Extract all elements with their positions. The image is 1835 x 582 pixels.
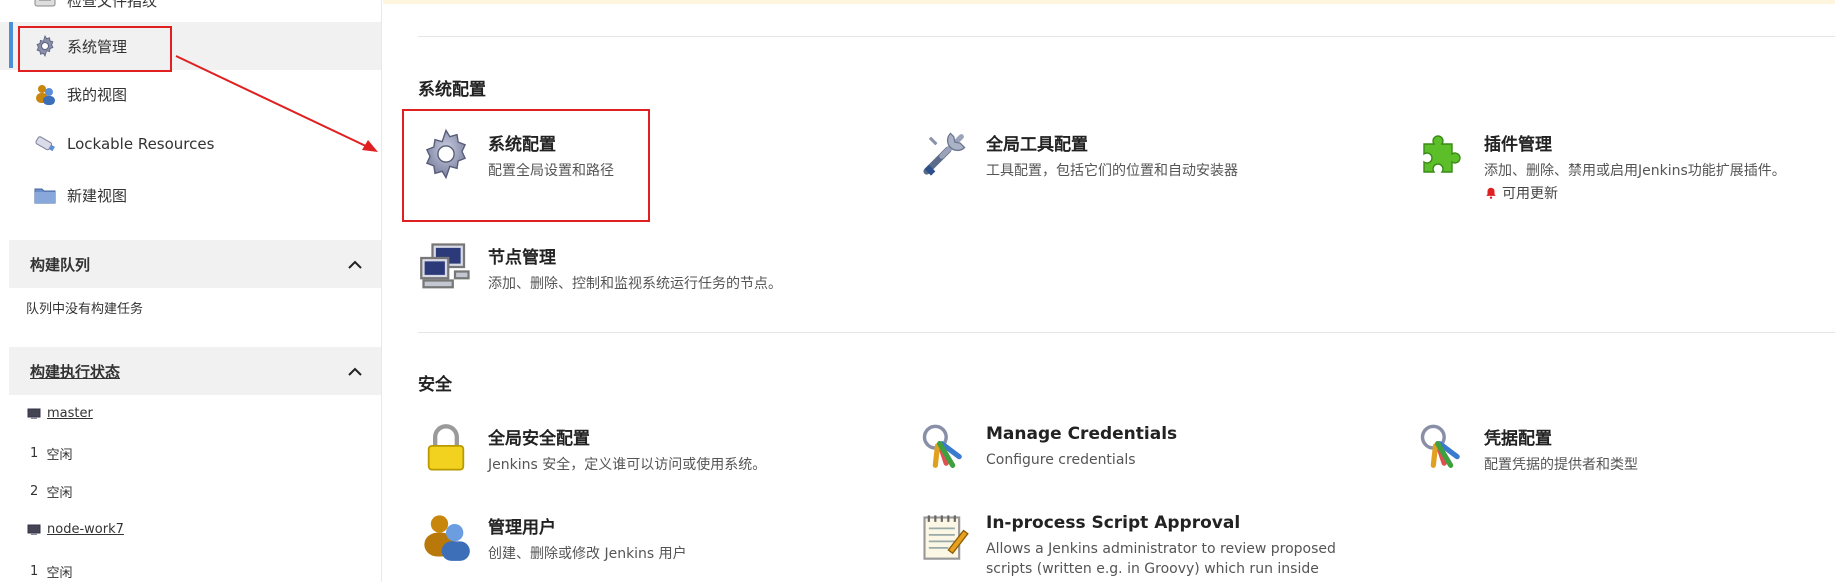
executor-slot: 2 空闲 (30, 484, 73, 501)
item-desc: 添加、删除、控制和监视系统运行任务的节点。 (488, 276, 782, 292)
sidebar-item-fingerprint[interactable]: 检查文件指纹 (0, 0, 381, 24)
item-desc: 配置凭据的提供者和类型 (1484, 457, 1638, 473)
updates-available[interactable]: 可用更新 (1484, 183, 1786, 203)
manage-item-global-security[interactable]: 全局安全配置 Jenkins 安全，定义谁可以访问或使用系统。 (418, 420, 766, 476)
item-title[interactable]: 管理用户 (488, 513, 687, 538)
executors-title[interactable]: 构建执行状态 (30, 361, 120, 382)
active-indicator (9, 22, 13, 68)
build-queue-title: 构建队列 (30, 255, 91, 274)
item-desc: 创建、删除或修改 Jenkins 用户 (488, 546, 687, 562)
item-title[interactable]: 节点管理 (488, 243, 782, 268)
item-desc: Jenkins 安全，定义谁可以访问或使用系统。 (488, 457, 767, 473)
manage-item-plugins[interactable]: 插件管理 添加、删除、禁用或启用Jenkins功能扩展插件。 可用更新 (1414, 126, 1786, 203)
item-desc: 添加、删除、禁用或启用Jenkins功能扩展插件。 (1484, 163, 1786, 179)
item-desc: 工具配置，包括它们的位置和自动安装器 (986, 163, 1238, 179)
lock-icon (418, 420, 474, 476)
chevron-up-icon[interactable] (348, 362, 362, 381)
manage-item-nodes[interactable]: 节点管理 添加、删除、控制和监视系统运行任务的节点。 (418, 239, 782, 295)
manage-item-credential-config[interactable]: 凭据配置 配置凭据的提供者和类型 (1414, 420, 1638, 476)
item-title[interactable]: 全局工具配置 (986, 130, 1238, 155)
manage-item-script-approval[interactable]: In-process Script Approval Allows a Jenk… (916, 509, 1336, 582)
annotation-box-manage-jenkins (18, 26, 172, 72)
bell-icon (1484, 186, 1498, 200)
computer-icon (27, 408, 41, 420)
puzzle-icon (1414, 126, 1470, 182)
sidebar-item-new-view[interactable]: 新建视图 (0, 171, 381, 219)
sidebar-item-label: 新建视图 (67, 186, 128, 205)
users-icon (33, 82, 57, 106)
sidebar-item-label: 检查文件指纹 (67, 0, 158, 10)
users-icon (418, 509, 474, 565)
keys-icon (1414, 420, 1470, 476)
folder-icon (33, 183, 57, 207)
manage-item-global-tools[interactable]: 全局工具配置 工具配置，包括它们的位置和自动安装器 (916, 126, 1238, 182)
section-title-security: 安全 (418, 375, 452, 395)
executor-node[interactable]: node-work7 (27, 522, 124, 537)
annotation-box-configure-system (402, 109, 650, 222)
build-queue-empty: 队列中没有构建任务 (26, 302, 144, 317)
keys-icon (916, 420, 972, 476)
item-title[interactable]: 全局安全配置 (488, 424, 766, 449)
tools-icon (916, 126, 972, 182)
item-title[interactable]: 凭据配置 (1484, 424, 1638, 449)
manage-item-credentials[interactable]: Manage Credentials Configure credentials (916, 420, 1177, 476)
computer-icon (27, 524, 41, 536)
item-title[interactable]: In-process Script Approval (986, 513, 1336, 533)
computer-icon (418, 239, 474, 295)
executor-node[interactable]: master (27, 406, 93, 421)
manage-item-users[interactable]: 管理用户 创建、删除或修改 Jenkins 用户 (418, 509, 687, 565)
sidebar-item-label: 我的视图 (67, 85, 128, 104)
main-content: 系统配置 系统配置 配置全局设置和路径 全局工具配置 工具配置，包括它们的位置和… (383, 0, 1835, 582)
fingerprint-icon (33, 0, 57, 12)
notepad-icon (916, 509, 972, 565)
build-queue-header[interactable]: 构建队列 (9, 240, 381, 288)
divider (418, 36, 1835, 37)
item-desc: Configure credentials (986, 452, 1136, 468)
item-desc: Allows a Jenkins administrator to review… (986, 541, 1336, 582)
section-title-system-config: 系统配置 (418, 80, 486, 100)
annotation-arrow (175, 55, 378, 152)
item-title[interactable]: Manage Credentials (986, 424, 1177, 444)
notice-strip (383, 0, 1835, 4)
executors-header[interactable]: 构建执行状态 (9, 347, 381, 395)
node-link-node-work7[interactable]: node-work7 (47, 522, 124, 537)
executor-slot: 1 空闲 (30, 564, 73, 581)
divider (418, 332, 1835, 333)
usb-drive-icon (33, 132, 57, 156)
executor-slot: 1 空闲 (30, 446, 73, 463)
item-title[interactable]: 插件管理 (1484, 130, 1786, 155)
node-link-master[interactable]: master (47, 406, 93, 421)
chevron-up-icon[interactable] (348, 255, 362, 274)
